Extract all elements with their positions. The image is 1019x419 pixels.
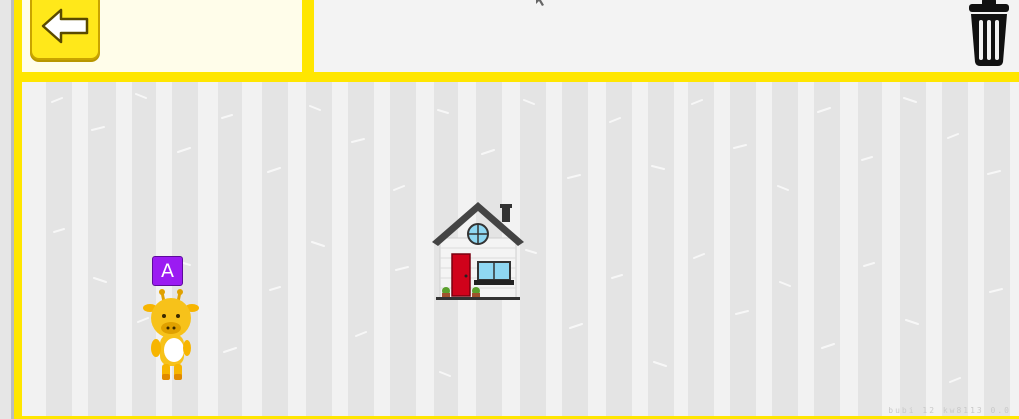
stage[interactable]: A bubi 12 kw8113 0.0 [18,82,1019,416]
scratch-jr-editor: A bubi 12 kw8113 0.0 [0,0,1019,419]
giraffe-character[interactable]: A [142,256,202,384]
character-label: A [152,256,183,286]
footer-text: bubi 12 kw8113 0.0 [888,406,1011,415]
toolbar-left-panel [22,0,302,72]
mouse-cursor-icon [536,0,546,6]
giraffe-sprite-icon [143,289,199,380]
back-button[interactable] [30,0,100,60]
left-arrow-icon [41,8,89,44]
toolbar-right-panel [314,0,1019,72]
left-rail [0,0,14,419]
trash-can-icon [969,0,1009,66]
trash-button[interactable] [959,0,1015,68]
house-icon[interactable] [430,198,526,304]
